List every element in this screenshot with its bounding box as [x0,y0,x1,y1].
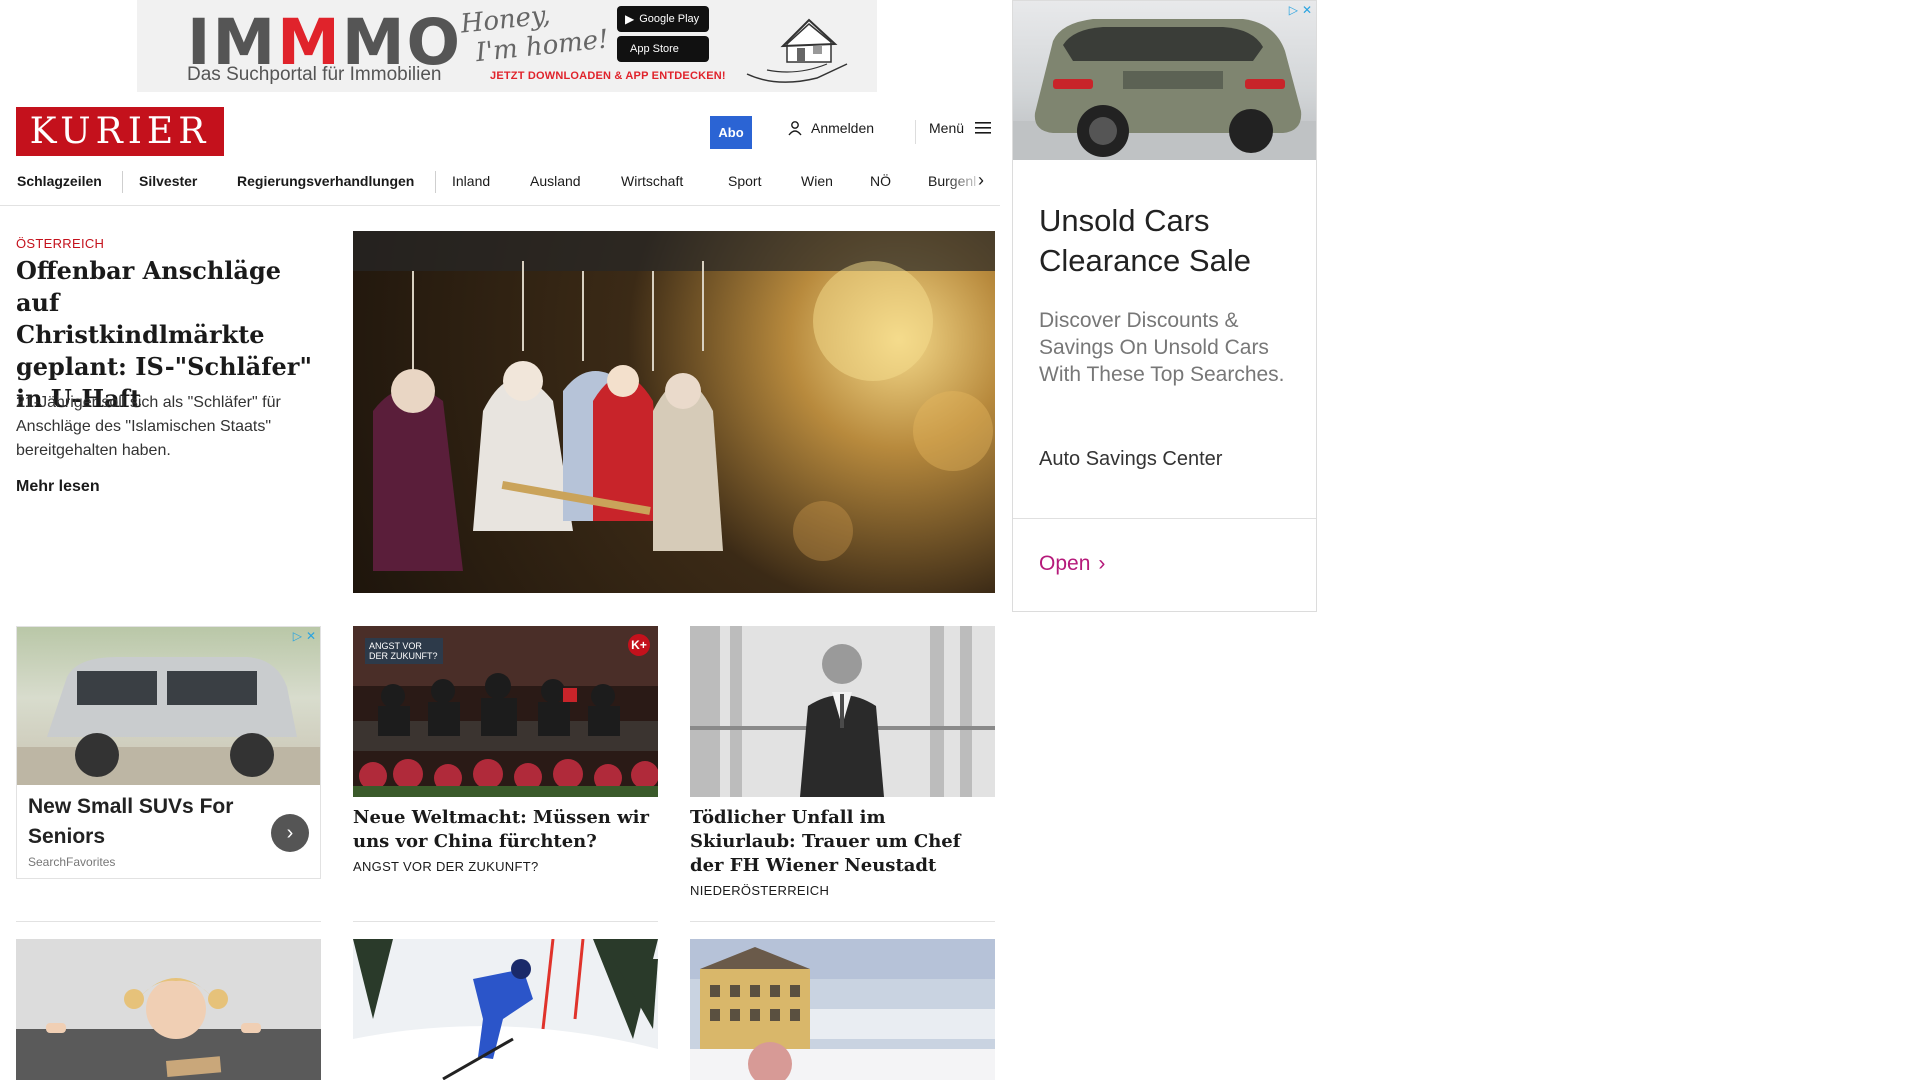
abo-button[interactable]: Abo [710,116,752,149]
chevron-right-icon: › [1098,552,1106,575]
play-store-icon: ▶ [625,12,635,26]
ad-script-slogan: Honey, I'm home! [459,0,610,69]
ad-cta: JETZT DOWNLOADEN & APP ENTDECKEN! [490,70,726,82]
page: IMMMO Das Suchportal für Immobilien Hone… [0,0,1920,1080]
christmas-ornaments-photo [353,231,995,571]
kurier-logo[interactable]: KURIER [16,107,224,156]
main-nav: Schlagzeilen Silvester Regierungsverhand… [0,160,1000,206]
article-card[interactable]: Tödlicher Unfall im Skiurlaub: Trauer um… [690,626,995,898]
menu-button[interactable]: Menü [929,120,992,136]
article-title[interactable]: Tödlicher Unfall im Skiurlaub: Trauer um… [690,806,995,878]
article-card[interactable]: ANGST VOR DER ZUKUNFT? K+ Neue Weltmacht… [353,626,658,874]
article-kicker[interactable]: NIEDERÖSTERREICH [690,883,995,898]
suv-illustration [1013,19,1316,160]
article-image[interactable] [16,939,321,1080]
sponsored-title[interactable]: New Small SUVs For Seniors [28,792,258,852]
lead-image[interactable] [353,231,995,593]
ad-choices[interactable]: ▷ ✕ [1289,3,1312,17]
ad-open-button[interactable]: Open › [1039,552,1105,576]
lead-teaser: 21-Jähriger soll sich als "Schläfer" für… [16,394,281,459]
lead-kicker[interactable]: ÖSTERREICH [16,236,104,251]
portrait-photo [690,626,995,797]
small-suv-illustration [17,657,320,785]
sponsored-card[interactable]: ▷ ✕ New Small SUVs For Seniors SearchFavo… [16,626,321,879]
nav-item-wirtschaft[interactable]: Wirtschaft [621,173,683,189]
nav-scroll-right-icon[interactable]: › [978,170,984,191]
google-play-badge[interactable]: ▶ Google Play [617,6,709,32]
close-icon[interactable]: ✕ [306,629,316,643]
ad-choices[interactable]: ▷ ✕ [293,629,316,643]
sponsored-image: ▷ ✕ [17,627,320,785]
ad-headline[interactable]: Unsold Cars Clearance Sale [1039,201,1299,281]
article-kicker[interactable]: ANGST VOR DER ZUKUNFT? [353,859,658,874]
nav-item-wien[interactable]: Wien [801,173,833,189]
header-divider [915,120,916,144]
article-image[interactable] [690,939,995,1080]
user-icon [788,121,802,136]
ski-racer-photo [353,939,658,1080]
article-title[interactable]: Neue Weltmacht: Müssen wir uns vor China… [353,806,658,854]
house-hand-illustration [746,18,848,83]
ad-tagline: Das Suchportal für Immobilien [187,64,442,85]
nav-divider [435,171,436,193]
section-divider [353,921,658,922]
nav-item-ausland[interactable]: Ausland [530,173,581,189]
ad-divider [1013,518,1316,519]
child-with-money-photo [16,939,321,1080]
read-more-link[interactable]: Mehr lesen [16,478,100,496]
article-image[interactable] [353,939,658,1080]
ad-advertiser: Auto Savings Center [1039,448,1223,470]
ad-description: Discover Discounts & Savings On Unsold C… [1039,309,1285,386]
section-divider [16,921,321,922]
side-ad[interactable]: ▷ ✕ Unsold Cars Clearance Sale Discover D… [1012,0,1317,612]
sponsored-source: SearchFavorites [28,855,116,869]
adchoices-icon[interactable]: ▷ [293,629,302,643]
premium-badge: K+ [628,634,650,656]
nav-item-silvester[interactable]: Silvester [139,173,197,189]
adchoices-icon[interactable]: ▷ [1289,3,1298,17]
article-image[interactable]: ANGST VOR DER ZUKUNFT? K+ [353,626,658,797]
image-badge: ANGST VOR DER ZUKUNFT? [365,638,443,664]
top-banner-ad[interactable]: IMMMO Das Suchportal für Immobilien Hone… [137,0,877,92]
login-button[interactable]: Anmelden [787,120,874,136]
nav-item-regierungsverhandlungen[interactable]: Regierungsverhandlungen [237,173,414,189]
ad-car-image: ▷ ✕ [1013,1,1316,160]
app-store-badge[interactable]: App Store [617,36,709,62]
nav-divider [122,171,123,193]
winter-palace-photo [690,939,995,1080]
article-image[interactable] [690,626,995,797]
section-divider [690,921,995,922]
close-icon[interactable]: ✕ [1302,3,1312,17]
nav-item-inland[interactable]: Inland [452,173,490,189]
nav-item-schlagzeilen[interactable]: Schlagzeilen [17,173,102,189]
hamburger-icon [975,122,992,134]
nav-item-noe[interactable]: NÖ [870,173,891,189]
chevron-right-icon[interactable]: › [271,814,309,852]
nav-item-sport[interactable]: Sport [728,173,761,189]
